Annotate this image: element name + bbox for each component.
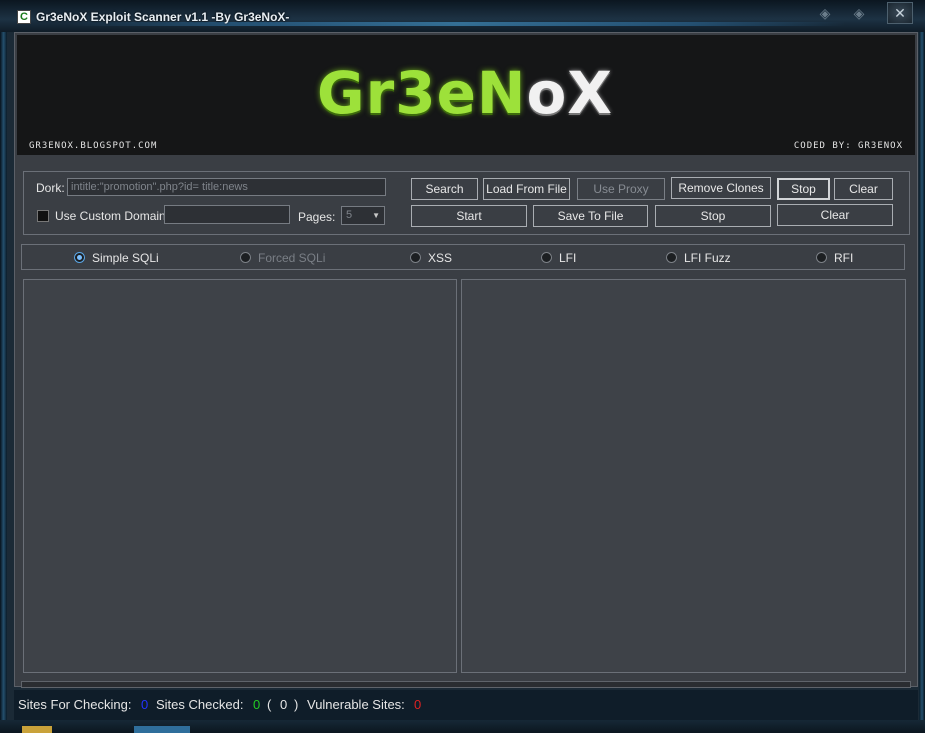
- remove-clones-button[interactable]: Remove Clones: [671, 177, 771, 199]
- radio-label: RFI: [834, 251, 854, 265]
- paren-open: (: [267, 697, 272, 712]
- results-list[interactable]: [461, 279, 906, 673]
- status-bar: Sites For Checking: 0 Sites Checked: 0 (…: [14, 690, 918, 720]
- radio-label: Forced SQLi: [258, 251, 326, 265]
- radio-label: XSS: [428, 251, 453, 265]
- custom-domain-input[interactable]: [164, 205, 290, 224]
- pages-value: 5: [346, 209, 353, 221]
- dork-label: Dork:: [36, 181, 65, 195]
- use-proxy-button[interactable]: Use Proxy: [577, 178, 665, 200]
- clear-sites-button[interactable]: Clear: [834, 178, 893, 200]
- start-button[interactable]: Start: [411, 205, 527, 227]
- radio-label: LFI: [559, 251, 577, 265]
- radio-icon: [541, 252, 552, 263]
- skin-menu-icon[interactable]: ◈: [815, 4, 835, 22]
- scan-progress-bar: [21, 681, 911, 688]
- sites-checked-sub-count: 0: [280, 697, 288, 712]
- blog-url: GR3ENOX.BLOGSPOT.COM: [29, 141, 158, 151]
- logo: Gr3eNoX: [317, 59, 613, 127]
- coded-by: CODED BY: GR3ENOX: [793, 141, 903, 151]
- pages-select[interactable]: 5 ▼: [341, 206, 385, 225]
- logo-white-part: oX: [526, 59, 614, 127]
- paren-close: ): [294, 697, 299, 712]
- taskbar-strip: [0, 720, 925, 733]
- controls-panel: Dork: intitle:"promotion".php?id= title:…: [23, 171, 910, 235]
- close-button[interactable]: ✕: [887, 2, 913, 24]
- pages-label: Pages:: [298, 210, 336, 224]
- minimize-icon[interactable]: ◈: [849, 4, 869, 22]
- vulnerable-sites-count: 0: [414, 697, 422, 712]
- sites-for-checking-count: 0: [141, 697, 149, 712]
- banner: Gr3eNoX GR3ENOX.BLOGSPOT.COM CODED BY: G…: [17, 35, 915, 155]
- stop-search-button[interactable]: Stop: [777, 178, 830, 200]
- clear-results-button[interactable]: Clear: [777, 204, 893, 226]
- sites-checked-count: 0: [253, 697, 261, 712]
- radio-label: Simple SQLi: [92, 251, 159, 265]
- custom-domain-label: Use Custom Domain:: [55, 209, 170, 223]
- sites-checked-label: Sites Checked:: [156, 697, 244, 712]
- logo-green-part: Gr3eN: [317, 59, 527, 127]
- taskbar-item[interactable]: [22, 726, 52, 733]
- sites-list[interactable]: [23, 279, 457, 673]
- title-bar[interactable]: C Gr3eNoX Exploit Scanner v1.1 -By Gr3eN…: [0, 0, 925, 32]
- vulnerable-sites-label: Vulnerable Sites:: [307, 697, 405, 712]
- window-left-border: [0, 32, 7, 732]
- app-icon[interactable]: C: [17, 10, 31, 24]
- sites-for-checking-label: Sites For Checking:: [18, 697, 132, 712]
- stop-scan-button[interactable]: Stop: [655, 205, 771, 227]
- radio-icon: [816, 252, 827, 263]
- window-right-border: [919, 32, 925, 732]
- chevron-down-icon: ▼: [372, 211, 380, 220]
- save-to-file-button[interactable]: Save To File: [533, 205, 648, 227]
- search-button[interactable]: Search: [411, 178, 478, 200]
- radio-icon: [240, 252, 251, 263]
- app-window: C Gr3eNoX Exploit Scanner v1.1 -By Gr3eN…: [0, 0, 925, 733]
- taskbar-item[interactable]: [134, 726, 190, 733]
- radio-label: LFI Fuzz: [684, 251, 731, 265]
- dork-input[interactable]: intitle:"promotion".php?id= title:news: [67, 178, 386, 196]
- custom-domain-checkbox[interactable]: [37, 210, 49, 222]
- window-title: Gr3eNoX Exploit Scanner v1.1 -By Gr3eNoX…: [36, 10, 290, 24]
- scan-mode-group: Simple SQLi Forced SQLi XSS LFI LFI Fuzz…: [21, 244, 905, 270]
- radio-icon: [410, 252, 421, 263]
- radio-icon: [666, 252, 677, 263]
- load-from-file-button[interactable]: Load From File: [483, 178, 570, 200]
- client-area: Gr3eNoX GR3ENOX.BLOGSPOT.COM CODED BY: G…: [14, 32, 918, 688]
- radio-selected-icon: [74, 252, 85, 263]
